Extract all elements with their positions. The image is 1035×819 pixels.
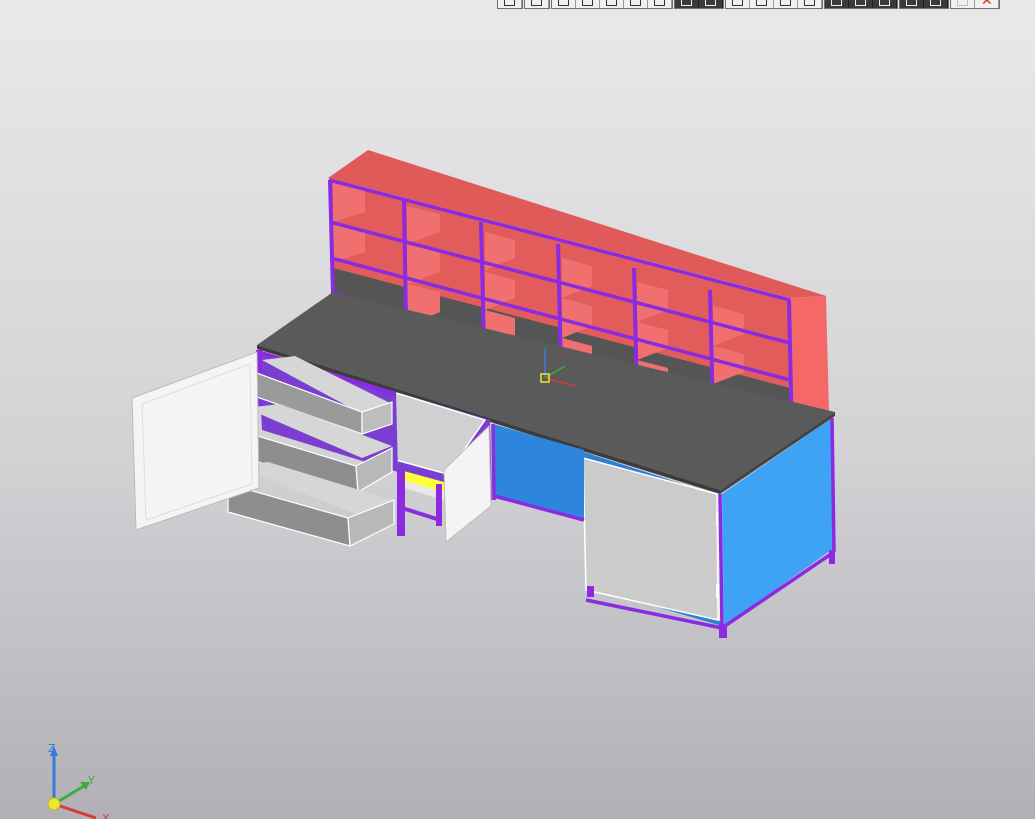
right-cabinet-leg-back xyxy=(829,550,835,564)
center-cabinet-leg-left xyxy=(397,470,405,536)
door-hinge-bottom xyxy=(716,584,719,598)
right-cabinet-leg-front xyxy=(719,624,727,638)
x-axis-label: X xyxy=(102,812,110,819)
3d-viewport[interactable]: ✕ Z Y X xyxy=(0,0,1035,819)
model-scene xyxy=(131,150,836,638)
origin-sphere xyxy=(47,797,61,811)
x-axis xyxy=(53,802,97,819)
y-axis-label: Y xyxy=(87,774,95,787)
z-axis-label: Z xyxy=(48,742,56,755)
right-cabinet-leg-left xyxy=(587,586,594,597)
axis-triad: Z Y X xyxy=(47,742,110,819)
